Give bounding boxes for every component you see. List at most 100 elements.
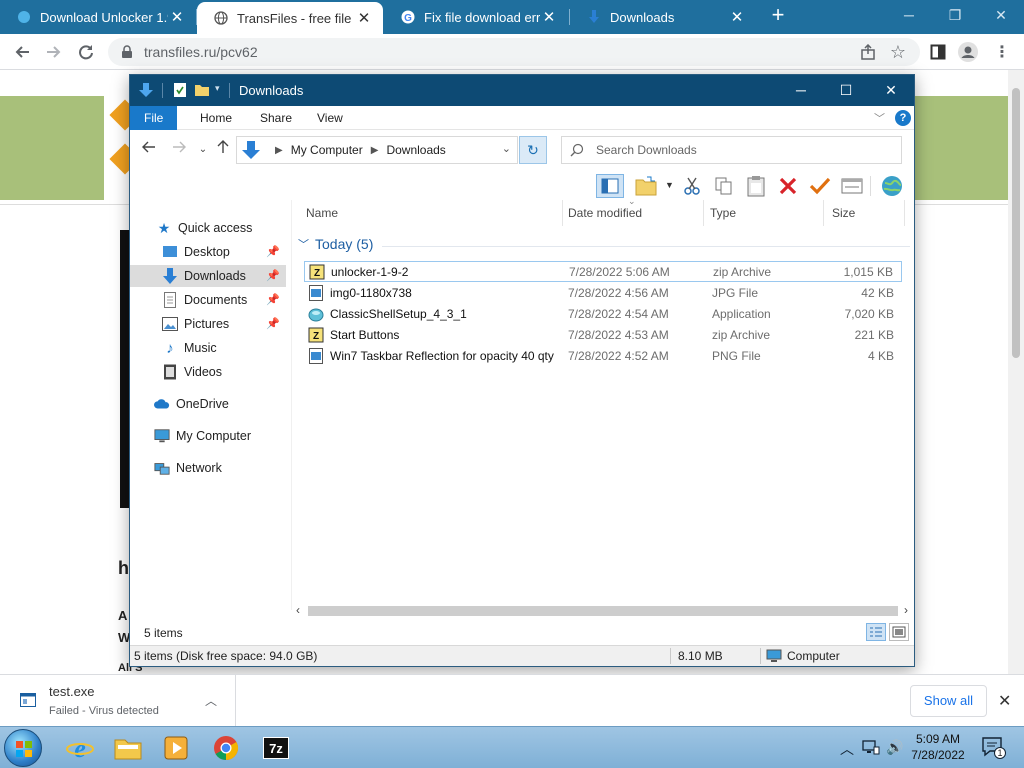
column-size[interactable]: Size bbox=[818, 200, 908, 226]
profile-button[interactable] bbox=[956, 40, 980, 64]
search-input[interactable]: Search Downloads bbox=[561, 136, 902, 164]
close-tab-icon[interactable]: ✕ bbox=[355, 9, 373, 27]
customize-toolbar-icon[interactable]: ▾ bbox=[215, 83, 220, 94]
up-button[interactable] bbox=[212, 140, 234, 160]
tab-home[interactable]: Home bbox=[186, 106, 246, 130]
media-player-icon[interactable] bbox=[156, 731, 196, 765]
restore-browser-button[interactable]: ❐ bbox=[932, 0, 978, 30]
close-button[interactable]: ✕ bbox=[868, 75, 914, 106]
expand-ribbon-icon[interactable]: ﹀ bbox=[874, 110, 888, 125]
tab-share[interactable]: Share bbox=[246, 106, 306, 130]
recent-locations-button[interactable]: ⌄ bbox=[192, 140, 214, 160]
minimize-browser-button[interactable]: ─ bbox=[886, 0, 932, 30]
column-date-modified[interactable]: Date modified bbox=[554, 200, 694, 226]
column-type[interactable]: Type bbox=[696, 200, 816, 226]
paste-button[interactable] bbox=[744, 174, 768, 198]
close-shelf-icon[interactable]: ✕ bbox=[998, 691, 1011, 711]
pin-icon[interactable]: 📌 bbox=[266, 293, 280, 306]
nav-item-quick-access[interactable]: ★ Quick access bbox=[130, 217, 286, 239]
file-explorer-icon[interactable] bbox=[108, 731, 148, 765]
globe-button[interactable] bbox=[880, 174, 904, 198]
rename-button[interactable] bbox=[808, 174, 832, 198]
address-breadcrumb[interactable]: ▶ My Computer ▶ Downloads ⌄ bbox=[236, 136, 518, 164]
show-all-button[interactable]: Show all bbox=[910, 685, 987, 717]
nav-item-onedrive[interactable]: OneDrive bbox=[130, 393, 286, 415]
copy-button[interactable] bbox=[712, 174, 736, 198]
chevron-down-icon[interactable]: ⌄ bbox=[502, 142, 511, 155]
help-icon[interactable]: ? bbox=[895, 110, 911, 126]
minimize-button[interactable]: ─ bbox=[778, 75, 824, 106]
bookmark-button[interactable]: ☆ bbox=[886, 40, 910, 64]
address-bar[interactable]: transfiles.ru/pcv62 bbox=[108, 38, 920, 66]
internet-explorer-icon[interactable]: e bbox=[60, 731, 100, 765]
page-scroll-thumb[interactable] bbox=[1012, 88, 1020, 358]
tab-downloads[interactable]: Downloads ✕ bbox=[570, 0, 756, 34]
pin-icon[interactable]: 📌 bbox=[266, 317, 280, 330]
scroll-left-icon[interactable]: ‹ bbox=[292, 603, 304, 617]
nav-item-my-computer[interactable]: My Computer bbox=[130, 425, 286, 447]
maximize-button[interactable]: ☐ bbox=[823, 75, 869, 106]
show-hidden-icons-icon[interactable]: ︿ bbox=[840, 739, 854, 759]
breadcrumb-downloads[interactable]: Downloads bbox=[386, 143, 445, 157]
network-tray-icon[interactable] bbox=[862, 739, 880, 758]
delete-button[interactable] bbox=[776, 174, 800, 198]
chevron-up-icon[interactable]: ︿ bbox=[205, 692, 217, 709]
column-name[interactable]: Name bbox=[292, 200, 562, 226]
new-tab-button[interactable]: + bbox=[766, 4, 790, 28]
nav-item-documents[interactable]: Documents 📌 bbox=[130, 289, 286, 311]
refresh-button[interactable]: ↻ bbox=[519, 136, 547, 164]
reload-button[interactable] bbox=[74, 40, 98, 64]
start-button[interactable] bbox=[4, 729, 42, 767]
close-browser-button[interactable]: ✕ bbox=[978, 0, 1024, 30]
file-row[interactable]: ClassicShellSetup_4_3_1 7/28/2022 4:54 A… bbox=[304, 303, 902, 324]
nav-item-music[interactable]: ♪ Music bbox=[130, 337, 286, 359]
7zip-icon[interactable]: 7z bbox=[256, 731, 296, 765]
forward-button[interactable] bbox=[42, 40, 66, 64]
new-folder-button[interactable] bbox=[634, 174, 658, 198]
forward-button[interactable] bbox=[168, 140, 190, 160]
file-row[interactable]: Z unlocker-1-9-2 7/28/2022 5:06 AM zip A… bbox=[304, 261, 902, 282]
tab-fix-download-errors[interactable]: G Fix file download errors ✕ bbox=[384, 0, 568, 34]
chrome-icon[interactable] bbox=[206, 731, 246, 765]
tab-file[interactable]: File bbox=[130, 106, 178, 130]
column-separator[interactable] bbox=[904, 200, 905, 226]
file-row[interactable]: Win7 Taskbar Reflection for opacity 40 q… bbox=[304, 345, 902, 366]
nav-item-videos[interactable]: Videos bbox=[130, 361, 286, 383]
pin-icon[interactable]: 📌 bbox=[266, 245, 280, 258]
menu-button[interactable]: ⋮ bbox=[990, 40, 1014, 64]
explorer-title-bar[interactable]: ▾ Downloads ─ ☐ ✕ bbox=[130, 75, 914, 106]
nav-item-pictures[interactable]: Pictures 📌 bbox=[130, 313, 286, 335]
preview-pane-button[interactable] bbox=[596, 174, 624, 198]
back-button[interactable] bbox=[10, 40, 34, 64]
tab-view[interactable]: View bbox=[303, 106, 357, 130]
chevron-down-icon[interactable]: ▼ bbox=[665, 180, 674, 190]
file-row[interactable]: Z Start Buttons 7/28/2022 4:53 AM zip Ar… bbox=[304, 324, 902, 345]
pin-icon[interactable]: 📌 bbox=[266, 269, 280, 282]
nav-item-downloads[interactable]: Downloads 📌 bbox=[130, 265, 286, 287]
share-button[interactable] bbox=[856, 40, 880, 64]
nav-item-desktop[interactable]: Desktop 📌 bbox=[130, 241, 286, 263]
horizontal-scrollbar[interactable]: ‹ › bbox=[292, 602, 914, 619]
back-button[interactable] bbox=[138, 140, 160, 160]
close-tab-icon[interactable]: ✕ bbox=[168, 8, 186, 26]
tab-download-unlocker[interactable]: Download Unlocker 1.9.2 ✕ bbox=[0, 0, 196, 34]
breadcrumb-my-computer[interactable]: My Computer bbox=[291, 143, 363, 157]
details-view-button[interactable] bbox=[866, 623, 886, 641]
scroll-thumb[interactable] bbox=[308, 606, 898, 616]
notification-icon[interactable]: 1 bbox=[982, 737, 1006, 759]
properties-button[interactable] bbox=[840, 174, 864, 198]
group-header-today[interactable]: ﹀ Today (5) bbox=[298, 236, 373, 252]
page-scrollbar[interactable] bbox=[1008, 70, 1024, 674]
close-tab-icon[interactable]: ✕ bbox=[540, 8, 558, 26]
large-icons-view-button[interactable] bbox=[889, 623, 909, 641]
volume-icon[interactable]: 🔊 bbox=[886, 739, 903, 756]
cut-button[interactable] bbox=[680, 174, 704, 198]
close-tab-icon[interactable]: ✕ bbox=[728, 8, 746, 26]
file-row[interactable]: img0-1180x738 7/28/2022 4:56 AM JPG File… bbox=[304, 282, 902, 303]
side-panel-button[interactable] bbox=[926, 40, 950, 64]
nav-item-network[interactable]: Network bbox=[130, 457, 286, 479]
scroll-right-icon[interactable]: › bbox=[900, 603, 912, 617]
system-clock[interactable]: 5:09 AM 7/28/2022 bbox=[906, 731, 970, 763]
download-item[interactable]: test.exe Failed - Virus detected ︿ bbox=[0, 675, 236, 726]
tab-transfiles[interactable]: TransFiles - free file sharing ✕ bbox=[197, 2, 383, 34]
